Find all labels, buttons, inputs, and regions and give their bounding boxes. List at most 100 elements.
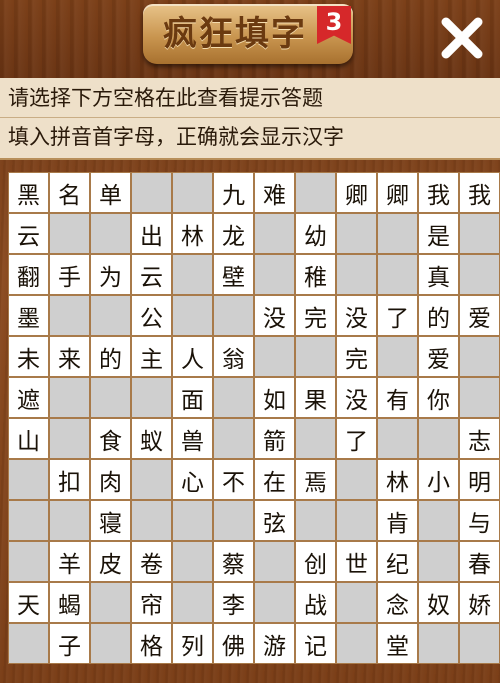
grid-cell[interactable]: 没 bbox=[254, 295, 295, 336]
grid-cell[interactable]: 来 bbox=[49, 336, 90, 377]
grid-cell[interactable]: 卿 bbox=[377, 172, 418, 213]
grid-cell[interactable]: 皮 bbox=[90, 541, 131, 582]
grid-cell[interactable]: 翻 bbox=[8, 254, 49, 295]
grid-cell-blocked bbox=[459, 254, 500, 295]
grid-cell[interactable]: 不 bbox=[213, 459, 254, 500]
grid-cell[interactable]: 肯 bbox=[377, 500, 418, 541]
grid-cell[interactable]: 爱 bbox=[418, 336, 459, 377]
grid-cell[interactable]: 堂 bbox=[377, 623, 418, 664]
grid-cell[interactable]: 你 bbox=[418, 377, 459, 418]
grid-cell-blocked bbox=[49, 213, 90, 254]
grid-cell[interactable]: 寝 bbox=[90, 500, 131, 541]
grid-cell-blocked bbox=[213, 418, 254, 459]
grid-cell[interactable]: 世 bbox=[336, 541, 377, 582]
grid-cell[interactable]: 创 bbox=[295, 541, 336, 582]
grid-cell[interactable]: 蚁 bbox=[131, 418, 172, 459]
grid-cell[interactable]: 春 bbox=[459, 541, 500, 582]
grid-cell[interactable]: 没 bbox=[336, 377, 377, 418]
grid-cell[interactable]: 壁 bbox=[213, 254, 254, 295]
grid-cell-blocked bbox=[49, 295, 90, 336]
grid-cell[interactable]: 卿 bbox=[336, 172, 377, 213]
grid-cell[interactable]: 了 bbox=[377, 295, 418, 336]
grid-cell[interactable]: 娇 bbox=[459, 582, 500, 623]
grid-cell[interactable]: 蝎 bbox=[49, 582, 90, 623]
grid-cell[interactable]: 龙 bbox=[213, 213, 254, 254]
grid-cell-blocked bbox=[336, 623, 377, 664]
grid-cell[interactable]: 列 bbox=[172, 623, 213, 664]
grid-cell[interactable]: 云 bbox=[8, 213, 49, 254]
grid-cell[interactable]: 弦 bbox=[254, 500, 295, 541]
grid-cell[interactable]: 公 bbox=[131, 295, 172, 336]
grid-cell[interactable]: 格 bbox=[131, 623, 172, 664]
grid-cell[interactable]: 黑 bbox=[8, 172, 49, 213]
grid-cell[interactable]: 是 bbox=[418, 213, 459, 254]
hint-panel: 请选择下方空格在此查看提示答题 填入拼音首字母，正确就会显示汉字 bbox=[0, 78, 500, 160]
grid-cell[interactable]: 李 bbox=[213, 582, 254, 623]
grid-cell[interactable]: 完 bbox=[336, 336, 377, 377]
grid-cell[interactable]: 幼 bbox=[295, 213, 336, 254]
grid-cell[interactable]: 如 bbox=[254, 377, 295, 418]
grid-cell[interactable]: 完 bbox=[295, 295, 336, 336]
grid-cell[interactable]: 念 bbox=[377, 582, 418, 623]
grid-cell[interactable]: 纪 bbox=[377, 541, 418, 582]
grid-cell[interactable]: 焉 bbox=[295, 459, 336, 500]
grid-cell[interactable]: 的 bbox=[90, 336, 131, 377]
grid-cell[interactable]: 翁 bbox=[213, 336, 254, 377]
grid-cell[interactable]: 为 bbox=[90, 254, 131, 295]
grid-cell[interactable]: 稚 bbox=[295, 254, 336, 295]
grid-cell-blocked bbox=[459, 623, 500, 664]
close-button[interactable] bbox=[436, 12, 488, 64]
grid-cell[interactable]: 云 bbox=[131, 254, 172, 295]
grid-cell-blocked bbox=[131, 500, 172, 541]
grid-cell[interactable]: 真 bbox=[418, 254, 459, 295]
grid-cell[interactable]: 明 bbox=[459, 459, 500, 500]
grid-cell[interactable]: 羊 bbox=[49, 541, 90, 582]
grid-cell[interactable]: 志 bbox=[459, 418, 500, 459]
grid-cell[interactable]: 单 bbox=[90, 172, 131, 213]
grid-cell[interactable]: 有 bbox=[377, 377, 418, 418]
grid-cell[interactable]: 佛 bbox=[213, 623, 254, 664]
grid-cell[interactable]: 爱 bbox=[459, 295, 500, 336]
grid-cell[interactable]: 箭 bbox=[254, 418, 295, 459]
grid-cell[interactable]: 遮 bbox=[8, 377, 49, 418]
grid-cell[interactable]: 墨 bbox=[8, 295, 49, 336]
grid-cell[interactable]: 子 bbox=[49, 623, 90, 664]
grid-cell[interactable]: 面 bbox=[172, 377, 213, 418]
grid-cell[interactable]: 战 bbox=[295, 582, 336, 623]
grid-cell[interactable]: 林 bbox=[172, 213, 213, 254]
grid-cell[interactable]: 九 bbox=[213, 172, 254, 213]
grid-cell[interactable]: 出 bbox=[131, 213, 172, 254]
grid-cell[interactable]: 名 bbox=[49, 172, 90, 213]
grid-cell[interactable]: 主 bbox=[131, 336, 172, 377]
grid-cell[interactable]: 小 bbox=[418, 459, 459, 500]
grid-cell[interactable]: 手 bbox=[49, 254, 90, 295]
grid-cell[interactable]: 未 bbox=[8, 336, 49, 377]
grid-cell-blocked bbox=[336, 459, 377, 500]
grid-cell[interactable]: 蔡 bbox=[213, 541, 254, 582]
grid-cell[interactable]: 我 bbox=[459, 172, 500, 213]
grid-cell-blocked bbox=[213, 500, 254, 541]
grid-cell[interactable]: 山 bbox=[8, 418, 49, 459]
grid-cell[interactable]: 卷 bbox=[131, 541, 172, 582]
grid-cell[interactable]: 人 bbox=[172, 336, 213, 377]
grid-cell[interactable]: 了 bbox=[336, 418, 377, 459]
grid-cell[interactable]: 奴 bbox=[418, 582, 459, 623]
grid-cell[interactable]: 与 bbox=[459, 500, 500, 541]
grid-cell[interactable]: 兽 bbox=[172, 418, 213, 459]
grid-cell[interactable]: 游 bbox=[254, 623, 295, 664]
grid-cell[interactable]: 扣 bbox=[49, 459, 90, 500]
grid-cell[interactable]: 果 bbox=[295, 377, 336, 418]
grid-cell[interactable]: 我 bbox=[418, 172, 459, 213]
grid-cell[interactable]: 的 bbox=[418, 295, 459, 336]
grid-cell[interactable]: 在 bbox=[254, 459, 295, 500]
grid-cell[interactable]: 帘 bbox=[131, 582, 172, 623]
grid-cell-blocked bbox=[418, 418, 459, 459]
grid-cell[interactable]: 难 bbox=[254, 172, 295, 213]
grid-cell[interactable]: 没 bbox=[336, 295, 377, 336]
grid-cell[interactable]: 肉 bbox=[90, 459, 131, 500]
grid-cell[interactable]: 心 bbox=[172, 459, 213, 500]
grid-cell[interactable]: 天 bbox=[8, 582, 49, 623]
grid-cell[interactable]: 林 bbox=[377, 459, 418, 500]
grid-cell[interactable]: 记 bbox=[295, 623, 336, 664]
grid-cell[interactable]: 食 bbox=[90, 418, 131, 459]
